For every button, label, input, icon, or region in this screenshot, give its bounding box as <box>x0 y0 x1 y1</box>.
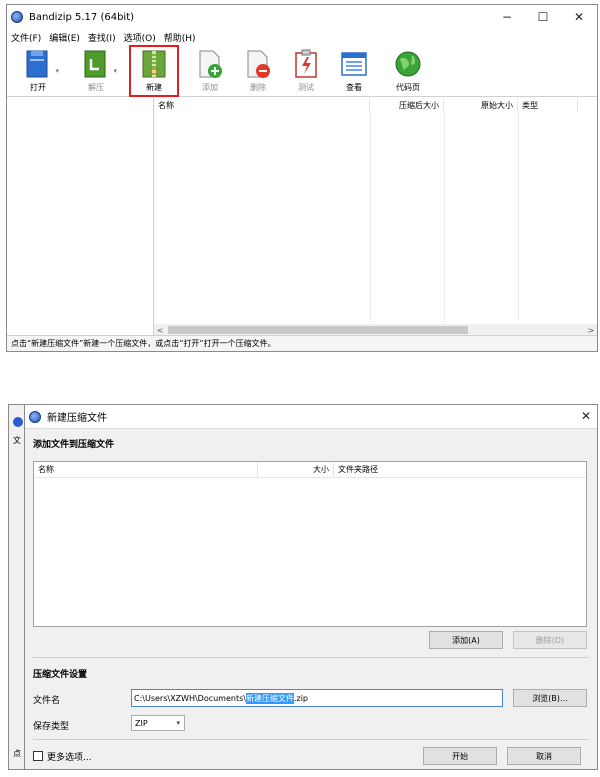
menu-bar: 文件(F) 编辑(E) 查找(I) 选项(O) 帮助(H) <box>7 29 597 45</box>
view-icon <box>341 52 367 76</box>
column-original-size[interactable]: 原始大小 <box>444 98 518 112</box>
divider <box>33 657 589 658</box>
save-type-label: 保存类型 <box>33 722 70 732</box>
archive-settings-title: 压缩文件设置 <box>33 670 88 680</box>
scroll-left-icon[interactable]: < <box>154 326 166 335</box>
menu-edit[interactable]: 编辑(E) <box>49 31 80 44</box>
new-archive-label: 新建 <box>146 83 162 92</box>
start-button[interactable]: 开始 <box>423 747 497 765</box>
save-type-select[interactable]: ZIP ▾ <box>131 715 185 731</box>
view-button[interactable]: 查看 <box>331 47 377 95</box>
new-archive-button[interactable]: 新建 <box>129 45 179 97</box>
delete-label: 删除 <box>250 83 266 92</box>
dialog-title-bar: 新建压缩文件 ✕ <box>25 405 597 429</box>
window-title: Bandizip 5.17 (64bit) <box>29 11 135 23</box>
background-menu-text: 文 <box>13 436 21 445</box>
codepage-button[interactable]: 代码页 <box>385 47 431 95</box>
codepage-globe-icon <box>395 51 421 77</box>
column-divider <box>370 112 371 322</box>
filename-input[interactable]: C:\Users\XZWH\Documents\ 新建压缩文件 .zip <box>131 689 503 707</box>
new-archive-icon <box>142 50 166 78</box>
column-compressed-size[interactable]: 压缩后大小 <box>370 98 444 112</box>
filename-path-prefix: C:\Users\XZWH\Documents\ <box>134 693 246 703</box>
column-divider <box>444 112 445 322</box>
menu-find[interactable]: 查找(I) <box>88 31 116 44</box>
maximize-button[interactable]: ☐ <box>525 5 561 29</box>
delete-button[interactable]: 删除 <box>235 47 281 95</box>
bandizip-app-icon <box>29 410 41 423</box>
delete-files-button[interactable]: 删除(D) <box>513 631 587 649</box>
column-folder-path[interactable]: 文件夹路径 <box>334 462 586 477</box>
chevron-down-icon: ▾ <box>176 719 180 727</box>
bandizip-main-window: Bandizip 5.17 (64bit) − ☐ ✕ 文件(F) 编辑(E) … <box>6 4 598 352</box>
column-divider <box>518 112 519 322</box>
column-name[interactable]: 名称 <box>154 98 370 112</box>
add-label: 添加 <box>202 83 218 92</box>
add-file-icon <box>199 50 222 78</box>
browse-button[interactable]: 浏览(B)... <box>513 689 587 707</box>
open-label: 打开 <box>30 83 46 92</box>
column-size[interactable]: 大小 <box>258 462 334 477</box>
more-options-label[interactable]: 更多选项... <box>47 750 92 763</box>
close-button[interactable]: ✕ <box>561 5 597 29</box>
scroll-right-icon[interactable]: > <box>585 326 597 335</box>
cancel-button[interactable]: 取消 <box>507 747 581 765</box>
status-text: 点击“新建压缩文件”新建一个压缩文件，或点击“打开”打开一个压缩文件。 <box>11 339 276 348</box>
add-files-button[interactable]: 添加(A) <box>429 631 503 649</box>
delete-file-icon <box>247 50 270 78</box>
view-label: 查看 <box>346 83 362 92</box>
extract-icon <box>84 50 106 78</box>
filename-extension: .zip <box>293 693 309 703</box>
test-button[interactable]: 测试 <box>283 47 329 95</box>
bandizip-app-icon <box>13 417 23 427</box>
files-to-add-list[interactable]: 名称 大小 文件夹路径 <box>33 461 587 627</box>
bandizip-app-icon <box>11 11 23 23</box>
extract-button[interactable]: ▾ 解压 <box>73 47 119 95</box>
extract-label: 解压 <box>88 83 104 92</box>
save-type-value: ZIP <box>135 718 148 728</box>
chevron-down-icon[interactable]: ▾ <box>55 67 59 75</box>
dialog-title: 新建压缩文件 <box>47 413 107 424</box>
background-status-text: 点 <box>13 749 21 758</box>
list-header: 名称 压缩后大小 原始大小 类型 <box>154 98 597 112</box>
add-button[interactable]: 添加 <box>187 47 233 95</box>
new-archive-dialog: 新建压缩文件 ✕ 添加文件到压缩文件 名称 大小 文件夹路径 添加(A) 删除(… <box>24 404 598 770</box>
filename-label: 文件名 <box>33 696 61 706</box>
scrollbar-thumb[interactable] <box>168 326 468 334</box>
title-bar: Bandizip 5.17 (64bit) − ☐ ✕ <box>7 5 597 29</box>
column-dividers <box>154 112 597 322</box>
toolbar: ▾ 打开 ▾ 解压 新建 添加 删除 测试 查看 代码页 <box>7 45 597 97</box>
divider <box>33 739 589 740</box>
status-bar: 点击“新建压缩文件”新建一个压缩文件，或点击“打开”打开一个压缩文件。 <box>7 335 597 351</box>
menu-file[interactable]: 文件(F) <box>11 31 41 44</box>
open-button[interactable]: ▾ 打开 <box>15 47 61 95</box>
file-list-pane[interactable]: 名称 压缩后大小 原始大小 类型 < > <box>154 98 597 336</box>
column-name[interactable]: 名称 <box>34 462 258 477</box>
add-files-section-title: 添加文件到压缩文件 <box>33 440 115 450</box>
main-content: 名称 压缩后大小 原始大小 类型 < > <box>7 98 597 336</box>
file-list-header: 名称 大小 文件夹路径 <box>34 462 586 478</box>
column-type[interactable]: 类型 <box>518 98 578 112</box>
test-label: 测试 <box>298 83 314 92</box>
test-icon <box>295 49 317 78</box>
filename-selected-text: 新建压缩文件 <box>245 692 294 704</box>
minimize-button[interactable]: − <box>489 5 525 29</box>
dialog-close-button[interactable]: ✕ <box>581 409 591 423</box>
folder-tree-pane[interactable] <box>7 98 154 336</box>
open-archive-icon <box>26 50 48 78</box>
more-options-checkbox[interactable] <box>33 751 43 761</box>
chevron-down-icon[interactable]: ▾ <box>113 67 117 75</box>
codepage-label: 代码页 <box>396 83 420 92</box>
menu-options[interactable]: 选项(O) <box>124 31 156 44</box>
menu-help[interactable]: 帮助(H) <box>164 31 196 44</box>
